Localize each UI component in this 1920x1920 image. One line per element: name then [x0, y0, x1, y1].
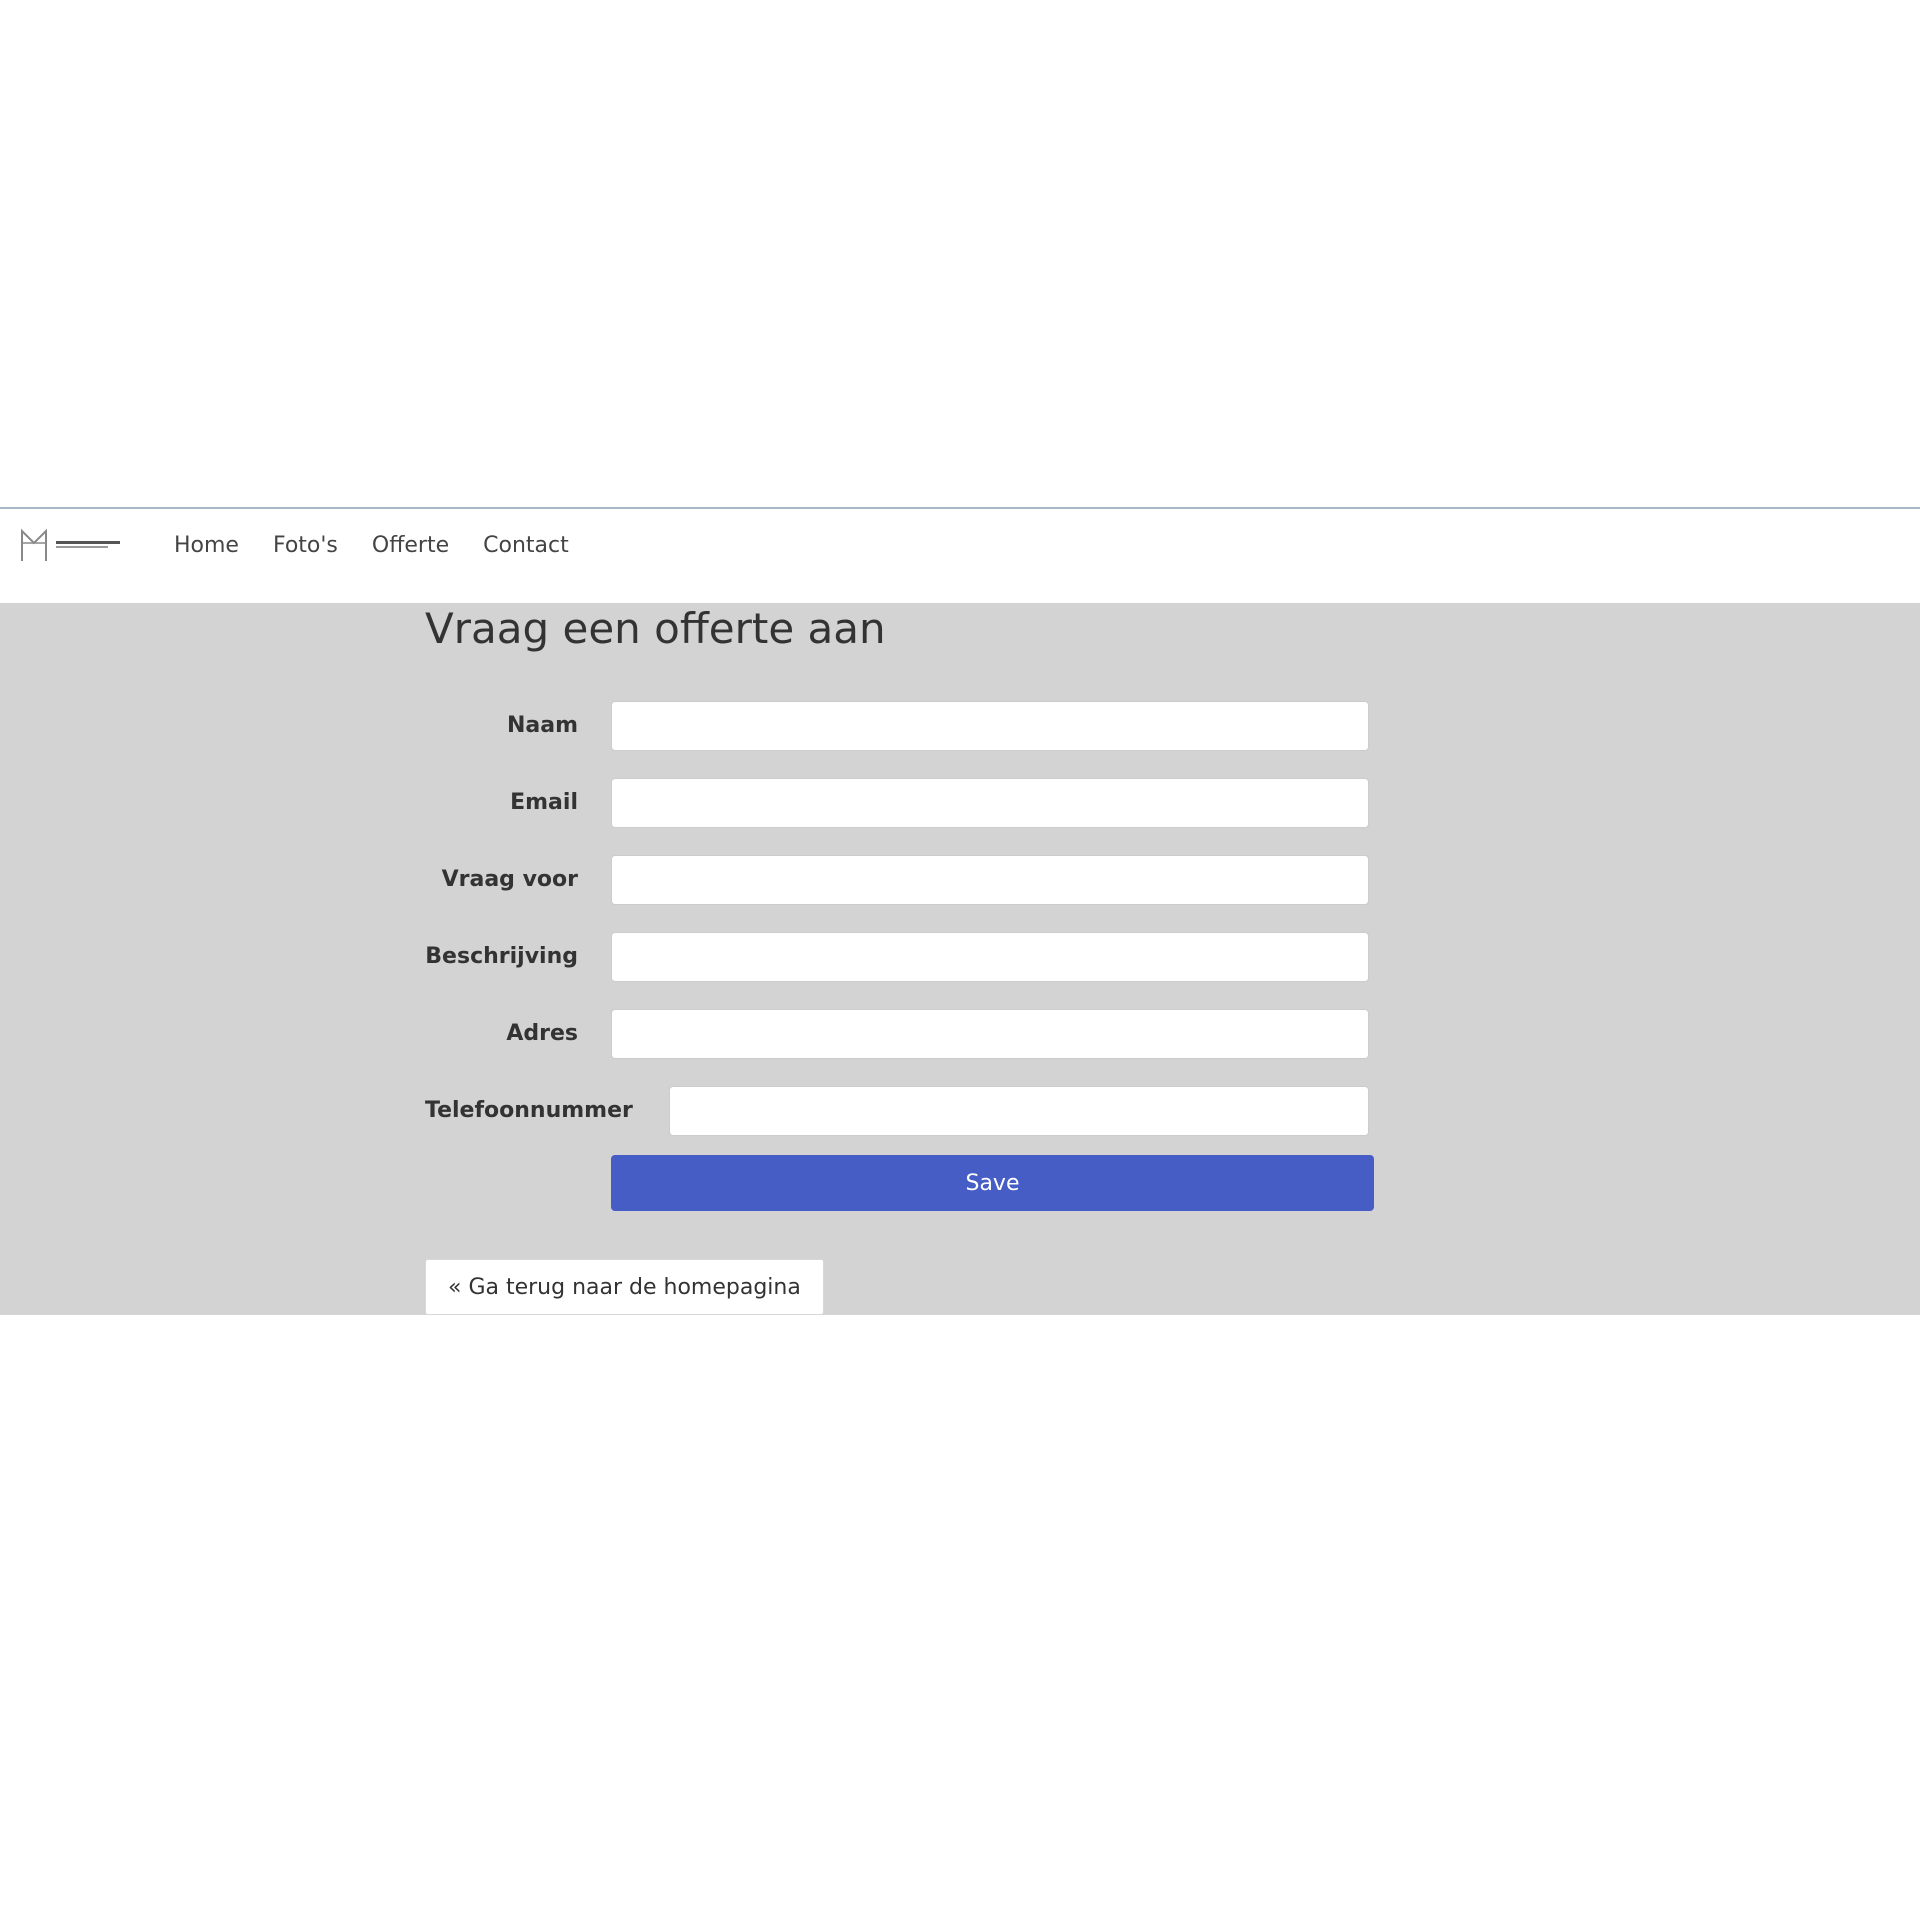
main-content: Vraag een offerte aan Naam Email Vraag v…	[0, 603, 1920, 1315]
form-row-adres: Adres	[425, 995, 1375, 1072]
form-row-naam: Naam	[425, 687, 1375, 764]
page-title: Vraag een offerte aan	[425, 604, 886, 653]
email-label: Email	[510, 790, 578, 815]
form-row-beschrijving: Beschrijving	[425, 918, 1375, 995]
form-row-email: Email	[425, 764, 1375, 841]
back-to-home-button[interactable]: « Ga terug naar de homepagina	[425, 1259, 824, 1315]
email-input[interactable]	[611, 777, 1369, 828]
adres-input[interactable]	[611, 1008, 1369, 1059]
brand-logo[interactable]	[20, 527, 126, 563]
nav-link-contact[interactable]: Contact	[483, 533, 569, 558]
save-row: Save	[425, 1155, 1375, 1211]
vraag-voor-label: Vraag voor	[441, 867, 578, 892]
offerte-form: Naam Email Vraag voor Beschrijving Adres…	[425, 687, 1375, 1211]
vraag-voor-input[interactable]	[611, 854, 1369, 905]
naam-input[interactable]	[611, 700, 1369, 751]
nav-links: Home Foto's Offerte Contact	[174, 509, 603, 581]
form-row-telefoonnummer: Telefoonnummer	[425, 1072, 1375, 1149]
telefoonnummer-input[interactable]	[669, 1085, 1369, 1136]
navbar: Home Foto's Offerte Contact	[0, 507, 1920, 603]
beschrijving-label: Beschrijving	[425, 944, 578, 969]
top-blank-area	[0, 0, 1920, 507]
save-button[interactable]: Save	[611, 1155, 1374, 1211]
offerte-form-container: Vraag een offerte aan Naam Email Vraag v…	[425, 603, 1375, 1315]
telefoonnummer-label: Telefoonnummer	[425, 1098, 633, 1123]
nav-link-home[interactable]: Home	[174, 533, 239, 558]
adres-label: Adres	[506, 1021, 578, 1046]
nav-link-offerte[interactable]: Offerte	[372, 533, 449, 558]
form-row-vraag-voor: Vraag voor	[425, 841, 1375, 918]
naam-label: Naam	[506, 713, 578, 738]
nav-link-fotos[interactable]: Foto's	[273, 533, 338, 558]
beschrijving-input[interactable]	[611, 931, 1369, 982]
